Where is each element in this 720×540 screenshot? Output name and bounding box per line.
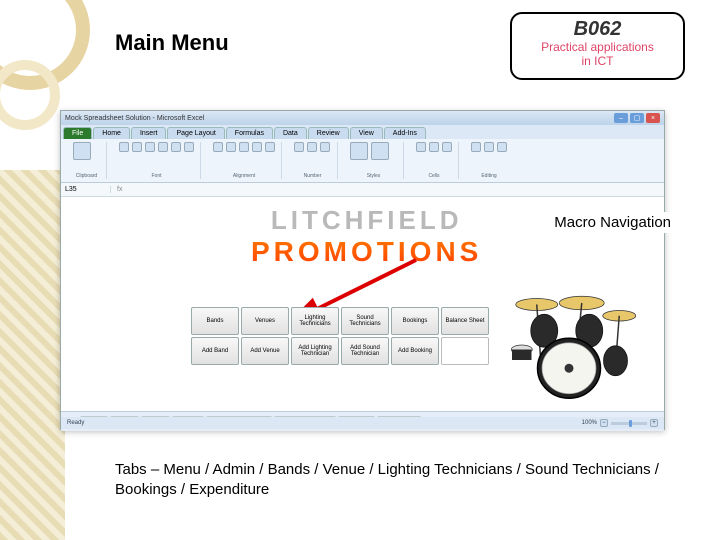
ribbon-tabs: File Home Insert Page Layout Formulas Da… [61, 125, 664, 139]
ribbon-group-font: Font [113, 142, 201, 179]
ribbon: Clipboard Font Alignment Number Styles C… [61, 139, 664, 183]
tab-review[interactable]: Review [308, 127, 349, 139]
ribbon-group-alignment: Alignment [207, 142, 282, 179]
macro-add-venue[interactable]: Add Venue [241, 337, 289, 365]
status-ready: Ready [67, 420, 84, 426]
ribbon-group-clipboard: Clipboard [67, 142, 107, 179]
macro-lighting-tech[interactable]: Lighting Technicians [291, 307, 339, 335]
callout-macro-navigation: Macro Navigation [550, 212, 675, 233]
macro-add-booking[interactable]: Add Booking [391, 337, 439, 365]
ribbon-group-styles: Styles [344, 142, 404, 179]
status-bar: Ready 100% − + [61, 417, 664, 429]
slide-title: Main Menu [115, 30, 229, 56]
paste-icon[interactable] [73, 142, 91, 160]
zoom-control[interactable]: 100% − + [582, 419, 658, 427]
macro-button-grid: Bands Venues Lighting Technicians Sound … [191, 307, 489, 365]
minimize-button[interactable]: – [614, 113, 628, 123]
formula-bar: L35 fx [61, 183, 664, 197]
badge-line1: Practical applications [520, 41, 675, 55]
tab-data[interactable]: Data [274, 127, 307, 139]
macro-add-lighting-tech[interactable]: Add Lighting Technician [291, 337, 339, 365]
tab-home[interactable]: Home [93, 127, 130, 139]
tab-file[interactable]: File [63, 127, 92, 139]
macro-bookings[interactable]: Bookings [391, 307, 439, 335]
zoom-slider[interactable] [611, 422, 647, 425]
tab-addins[interactable]: Add-Ins [384, 127, 426, 139]
zoom-out-button[interactable]: − [600, 419, 608, 427]
empty-cell [441, 337, 489, 365]
logo-line1: LITCHFIELD [251, 205, 482, 236]
maximize-button[interactable]: ▢ [630, 113, 644, 123]
macro-add-band[interactable]: Add Band [191, 337, 239, 365]
close-button[interactable]: × [646, 113, 660, 123]
macro-venues[interactable]: Venues [241, 307, 289, 335]
badge-line2: in ICT [520, 55, 675, 69]
course-badge: B062 Practical applications in ICT [510, 12, 685, 80]
zoom-value: 100% [582, 420, 597, 426]
window-titlebar: Mock Spreadsheet Solution - Microsoft Ex… [61, 111, 664, 125]
slide-stripe-pattern [0, 170, 65, 540]
ribbon-group-cells: Cells [410, 142, 459, 179]
tab-insert[interactable]: Insert [131, 127, 167, 139]
macro-sound-tech[interactable]: Sound Technicians [341, 307, 389, 335]
ribbon-group-number: Number [288, 142, 338, 179]
macro-balance-sheet[interactable]: Balance Sheet [441, 307, 489, 335]
drum-kit-image [493, 282, 648, 402]
macro-bands[interactable]: Bands [191, 307, 239, 335]
tab-view[interactable]: View [350, 127, 383, 139]
excel-window: Mock Spreadsheet Solution - Microsoft Ex… [60, 110, 665, 430]
macro-add-sound-tech[interactable]: Add Sound Technician [341, 337, 389, 365]
name-box[interactable]: L35 [61, 186, 111, 193]
badge-code: B062 [520, 18, 675, 41]
slide-caption: Tabs – Menu / Admin / Bands / Venue / Li… [115, 460, 670, 499]
tab-formulas[interactable]: Formulas [226, 127, 273, 139]
tab-page-layout[interactable]: Page Layout [167, 127, 224, 139]
ribbon-group-editing: Editing [465, 142, 513, 179]
fx-icon[interactable]: fx [111, 186, 128, 193]
zoom-in-button[interactable]: + [650, 419, 658, 427]
window-title: Mock Spreadsheet Solution - Microsoft Ex… [65, 115, 204, 122]
